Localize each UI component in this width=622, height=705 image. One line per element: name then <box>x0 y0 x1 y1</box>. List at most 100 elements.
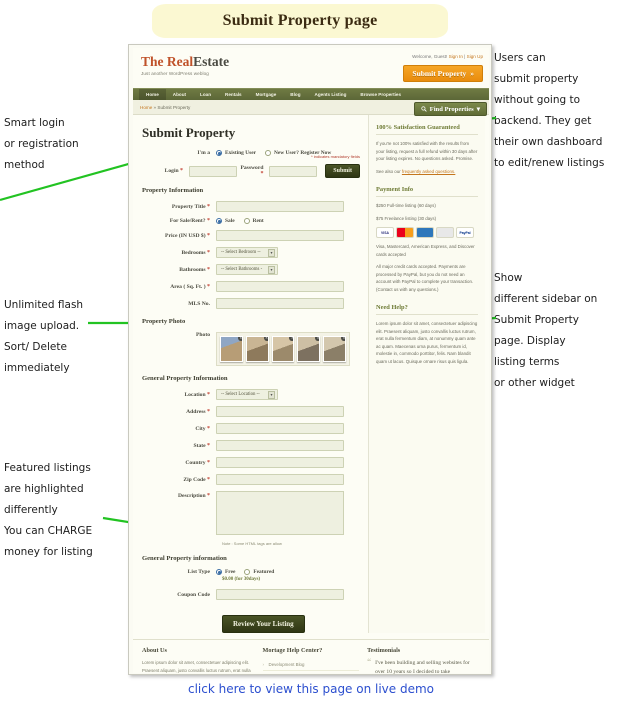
chevron-down-icon: ▾ <box>268 248 275 257</box>
need-help-body: Lorem ipsum dolor sit amet, consectetuer… <box>376 321 478 364</box>
sign-in-link[interactable]: Sign In <box>449 54 463 59</box>
bedrooms-select[interactable]: -- Select Bedroom -- ▾ <box>216 247 278 258</box>
field-location: Location * -- Select Location -- ▾ <box>142 389 360 400</box>
footer-about: About Us Lorem ipsum dolor sit amet, con… <box>142 647 255 674</box>
close-icon[interactable]: × <box>289 337 294 341</box>
user-type-label: I'm a <box>197 150 210 156</box>
footer-testimonials: Testimonials I've been building and sell… <box>367 647 480 674</box>
location-select-value: -- Select Location -- <box>221 392 260 397</box>
photo-label: Photo <box>196 332 210 338</box>
close-icon[interactable]: × <box>340 337 345 341</box>
bedrooms-label: Bedrooms * <box>181 249 210 256</box>
page-title: Submit Property <box>142 125 236 140</box>
payment-line-2: $75 Freelance listing (30 days) <box>376 215 437 221</box>
photo-thumb-2[interactable]: × <box>245 336 269 362</box>
find-properties-button[interactable]: Find Properties ▾ <box>413 102 487 116</box>
welcome-bar: Welcome, Guest! Sign In | Sign Up <box>412 54 483 59</box>
live-demo-caption[interactable]: click here to view this page on live dem… <box>0 682 622 696</box>
coupon-code-input[interactable] <box>216 589 344 600</box>
mortage-help-heading: Mortage Help Center? <box>262 647 323 654</box>
radio-featured-dot <box>244 569 251 575</box>
price-input[interactable] <box>216 230 344 241</box>
field-mls-no: MLS No. <box>142 298 360 309</box>
location-select[interactable]: -- Select Location -- ▾ <box>216 389 278 400</box>
welcome-text: Welcome, Guest! <box>412 54 448 59</box>
radio-existing-user[interactable]: Existing User <box>216 150 256 156</box>
site-logo[interactable]: The RealEstate Just another WordPress we… <box>141 54 229 76</box>
nav-item-about[interactable]: About <box>166 89 193 101</box>
chevron-down-icon: ▾ <box>268 265 275 274</box>
nav-item-browse-properties[interactable]: Browse Properties <box>353 89 408 101</box>
logo-part1: The Real <box>141 54 194 69</box>
close-icon[interactable]: × <box>237 337 242 341</box>
bathrooms-label: Bathrooms * <box>179 266 210 273</box>
password-input[interactable] <box>269 165 318 177</box>
nav-item-loan[interactable]: Loan <box>193 89 218 101</box>
faq-link[interactable]: frequently asked questions. <box>402 169 455 174</box>
zip-code-input[interactable] <box>216 474 344 485</box>
photo-thumb-3[interactable]: × <box>271 336 295 362</box>
photo-thumb-4[interactable]: × <box>297 336 321 362</box>
nav-item-home[interactable]: Home <box>139 88 166 101</box>
photo-thumb-5[interactable]: × <box>323 336 346 362</box>
photo-thumb-1[interactable]: × <box>220 336 243 362</box>
nav-item-blog[interactable]: Blog <box>283 89 307 101</box>
login-label: Login * <box>164 168 184 174</box>
price-label: Price (IN USD $) * <box>165 232 210 239</box>
description-textarea[interactable] <box>216 491 344 535</box>
field-area: Area ( Sq. Ft. ) * <box>142 281 360 292</box>
country-input[interactable] <box>216 457 344 468</box>
welcome-separator: | <box>464 54 466 59</box>
guarantee-see-also: See also our frequently asked questions. <box>376 168 456 174</box>
city-input[interactable] <box>216 423 344 434</box>
login-input[interactable] <box>189 165 237 177</box>
field-country: Country * <box>142 457 360 468</box>
radio-rent[interactable]: Rent <box>243 218 264 224</box>
property-title-input[interactable] <box>216 201 344 212</box>
testimonials-heading: Testimonials <box>367 647 401 654</box>
nav-item-rentals[interactable]: Rentals <box>218 89 249 101</box>
footer-link-documentation[interactable]: Documentation <box>263 671 360 674</box>
coupon-code-label: Coupon Code <box>177 591 210 598</box>
login-submit-button[interactable]: Submit <box>325 164 360 178</box>
radio-free[interactable]: Free <box>216 569 235 575</box>
paypal-card-icon: PayPal <box>456 227 474 238</box>
radio-sale-dot <box>216 218 222 224</box>
site-header: The RealEstate Just another WordPress we… <box>133 48 489 88</box>
listing-terms-heading: General Property information <box>142 555 227 562</box>
nav-item-agents-listing[interactable]: Agents Listing <box>308 89 354 101</box>
photo-strip[interactable]: × × × × × <box>216 332 350 366</box>
radio-sale[interactable]: Sale <box>216 218 235 224</box>
close-icon[interactable]: × <box>315 337 320 341</box>
testimonial-quote: I've been building and selling websites … <box>367 658 480 674</box>
property-title-label: Property Title * <box>171 203 210 210</box>
footer-link-development-blog[interactable]: Development Blog <box>262 659 360 671</box>
search-icon <box>421 106 427 112</box>
payment-accepted-note: Visa, Mastercard, American Express, and … <box>376 244 475 257</box>
radio-existing-user-label: Existing User <box>225 150 256 156</box>
zip-code-label: Zip Code * <box>183 476 210 483</box>
mls-no-input[interactable] <box>216 298 344 309</box>
review-listing-button[interactable]: Review Your Listing <box>222 615 305 633</box>
radio-featured[interactable]: Featured <box>244 569 274 575</box>
main-navigation[interactable]: Home About Loan Rentals Mortgage Blog Ag… <box>133 88 489 101</box>
state-input[interactable] <box>216 440 344 451</box>
field-for-sale-rent: For Sale/Rent? * Sale Rent <box>142 218 360 224</box>
find-properties-label: Find Properties <box>429 105 474 113</box>
city-label: City * <box>195 425 210 432</box>
about-us-heading: About Us <box>142 647 167 654</box>
nav-item-mortgage[interactable]: Mortgage <box>249 89 284 101</box>
area-input[interactable] <box>216 281 344 292</box>
breadcrumb-home[interactable]: Home <box>140 105 152 110</box>
for-sale-rent-label: For Sale/Rent? * <box>169 218 210 224</box>
address-input[interactable] <box>216 406 344 417</box>
sign-up-link[interactable]: Sign Up <box>467 54 483 59</box>
close-icon[interactable]: × <box>263 337 268 341</box>
radio-new-user-dot <box>265 150 271 156</box>
payment-line-1: $250 Full-time listing (60 days) <box>376 203 436 208</box>
bathrooms-select[interactable]: -- Select Bathrooms - ▾ <box>216 264 278 275</box>
chevron-down-icon: ▾ <box>476 106 480 113</box>
location-label: Location * <box>184 391 210 398</box>
breadcrumb-separator: » <box>153 104 157 110</box>
submit-property-button[interactable]: Submit Property » <box>403 65 483 82</box>
